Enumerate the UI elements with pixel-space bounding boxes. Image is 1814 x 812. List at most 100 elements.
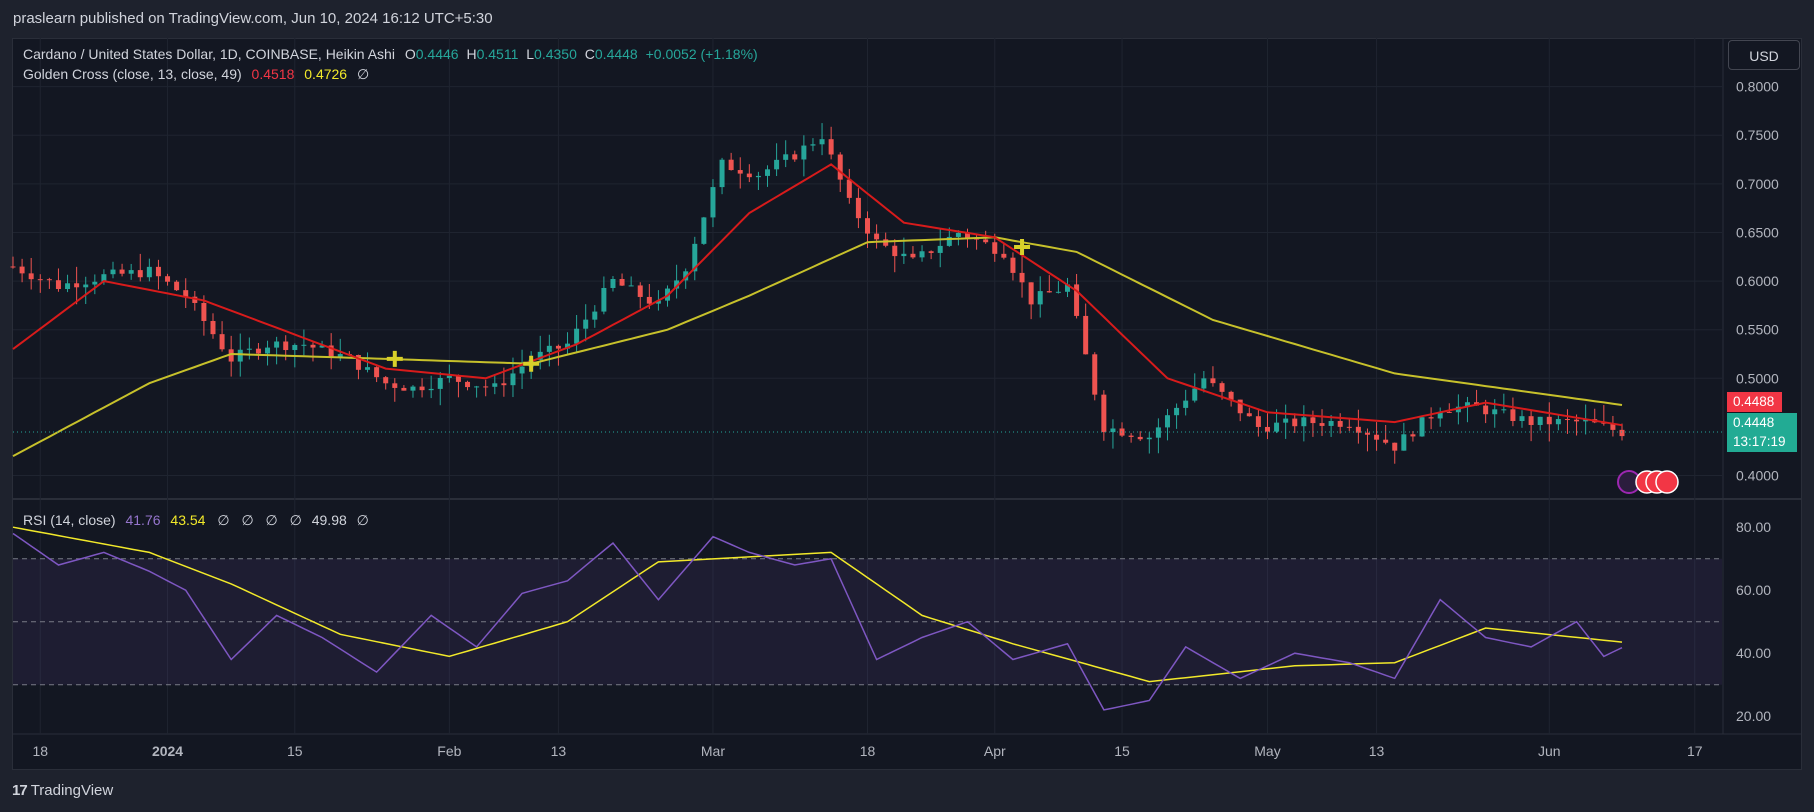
tradingview-logo-icon: 17 xyxy=(12,782,28,799)
candle-body xyxy=(919,251,925,258)
candle-body xyxy=(74,283,80,288)
indicator-fast-value: 0.4518 xyxy=(251,66,295,82)
indicator-name[interactable]: Golden Cross (close, 13, close, 49) xyxy=(23,66,242,82)
candle-body xyxy=(865,218,870,234)
candle-body xyxy=(937,245,943,253)
time-tick-label: 17 xyxy=(1687,743,1703,759)
candle-body xyxy=(1219,383,1225,392)
indicator-slow-value: 0.4726 xyxy=(304,66,348,82)
candle-body xyxy=(846,179,852,198)
candle-body xyxy=(119,269,125,274)
candle-body xyxy=(928,251,934,253)
candle-body xyxy=(446,375,452,378)
candle-body xyxy=(1564,419,1570,421)
candle-body xyxy=(10,266,16,268)
time-tick-label: May xyxy=(1254,743,1280,759)
hidden-values-icon[interactable]: ∅ xyxy=(357,66,369,82)
candle-body xyxy=(501,383,507,386)
candle-body xyxy=(255,348,261,354)
time-tick-label: 18 xyxy=(860,743,876,759)
candle-body xyxy=(92,281,98,285)
candle-body xyxy=(1146,437,1152,440)
rsi-value: 41.76 xyxy=(125,512,161,528)
candle-body xyxy=(292,344,298,351)
candle-body xyxy=(1255,416,1261,427)
slow-ma-line xyxy=(12,236,1623,457)
hidden-values-icon[interactable]: ∅ xyxy=(217,512,229,528)
candle-body xyxy=(1128,435,1134,437)
candle-body xyxy=(1346,426,1352,428)
candle-body xyxy=(1574,419,1580,422)
symbol-title[interactable]: Cardano / United States Dollar, 1D, COIN… xyxy=(23,46,395,62)
candle-body xyxy=(1283,418,1289,423)
candle-body xyxy=(1364,432,1370,435)
candle-body xyxy=(1492,409,1498,415)
hidden-values-icon[interactable]: ∅ xyxy=(357,512,369,528)
hidden-values-icon[interactable]: ∅ xyxy=(241,512,253,528)
rsi-tick-label: 60.00 xyxy=(1736,582,1771,598)
candle-body xyxy=(301,344,307,346)
candle-body xyxy=(1510,409,1516,421)
candle-body xyxy=(1274,422,1280,432)
candle-body xyxy=(392,383,398,388)
candle-body xyxy=(1028,282,1034,305)
last-price-label: 0.4448 xyxy=(1727,413,1797,433)
candle-body xyxy=(1155,427,1161,438)
open-value: 0.4446 xyxy=(415,46,459,62)
candle-body xyxy=(1201,378,1207,389)
candle-body xyxy=(1246,413,1252,417)
candle-body xyxy=(901,253,907,257)
low-label: L xyxy=(526,46,535,62)
candle-body xyxy=(983,239,989,243)
countdown-label: 13:17:19 xyxy=(1727,432,1797,452)
candle-body xyxy=(46,279,52,281)
candle-body xyxy=(1546,416,1552,425)
time-tick-label: 18 xyxy=(32,743,48,759)
price-tick-label: 0.7500 xyxy=(1736,127,1779,143)
candle-body xyxy=(992,242,998,254)
rsi-name[interactable]: RSI (14, close) xyxy=(23,512,116,528)
price-tick-label: 0.5000 xyxy=(1736,370,1779,386)
candle-body xyxy=(510,373,516,386)
candle-body xyxy=(728,159,734,171)
candle-body xyxy=(710,187,716,218)
candle-body xyxy=(1319,423,1325,426)
time-tick-label: 15 xyxy=(287,743,303,759)
candle-body xyxy=(246,348,252,350)
candle-body xyxy=(1328,421,1334,426)
rsi-tick-label: 40.00 xyxy=(1736,645,1771,661)
candle-body xyxy=(619,279,625,286)
candle-body xyxy=(628,285,634,287)
candle-body xyxy=(1083,315,1089,355)
candle-body xyxy=(274,341,280,348)
tradingview-footer[interactable]: 17 TradingView xyxy=(12,782,113,799)
currency-button[interactable]: USD xyxy=(1728,40,1800,70)
candle-body xyxy=(892,245,898,257)
candle-body xyxy=(555,345,561,349)
candle-body xyxy=(1101,394,1107,433)
rsi-tick-label: 80.00 xyxy=(1736,519,1771,535)
candle-body xyxy=(1392,442,1398,451)
candle-body xyxy=(1046,291,1052,293)
hidden-values-icon[interactable]: ∅ xyxy=(266,512,278,528)
rsi-level-value: 49.98 xyxy=(311,512,347,528)
candle-body xyxy=(1337,421,1343,427)
candle-body xyxy=(1001,253,1007,258)
candle-body xyxy=(401,387,407,391)
time-tick-label: Feb xyxy=(437,743,461,759)
candle-body xyxy=(1401,434,1407,451)
candle-body xyxy=(165,276,171,282)
time-tick-label: Apr xyxy=(984,743,1006,759)
candle-body xyxy=(801,145,807,160)
candle-body xyxy=(474,386,480,388)
candle-body xyxy=(365,367,371,370)
chart-canvas[interactable]: 0.8000 0.7500 0.7000 0.6500 0.6000 0.5500 0.50… xyxy=(0,0,1814,812)
indicator-legend: Golden Cross (close, 13, close, 49) 0.45… xyxy=(23,66,369,83)
candle-body xyxy=(1374,434,1380,440)
candle-body xyxy=(492,383,498,387)
candle-body xyxy=(1192,388,1198,401)
hidden-values-icon[interactable]: ∅ xyxy=(290,512,302,528)
candle-body xyxy=(1037,291,1043,305)
time-tick-label: 13 xyxy=(551,743,567,759)
time-tick-label: 13 xyxy=(1369,743,1385,759)
